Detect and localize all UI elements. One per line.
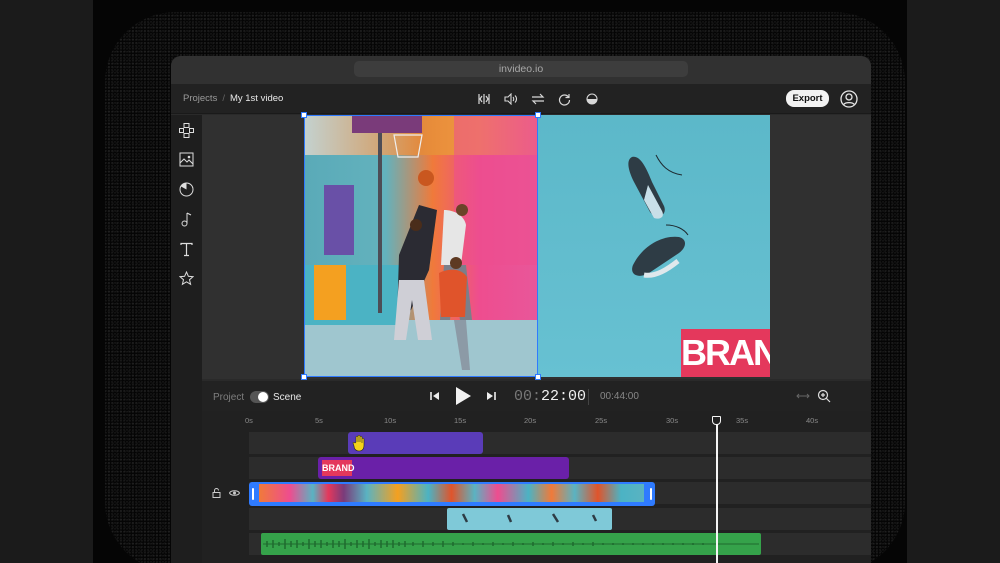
brand-clip[interactable]: BRAND — [318, 457, 569, 479]
total-duration: 00:44:00 — [600, 391, 639, 402]
video-clip[interactable] — [249, 482, 655, 506]
ruler-label: 10s — [384, 416, 397, 425]
sticker-clip[interactable] — [348, 432, 483, 454]
project-scene-toggle[interactable] — [250, 391, 269, 403]
swap-icon[interactable] — [529, 91, 546, 107]
background-panel-right — [907, 0, 1000, 563]
export-button[interactable]: Export — [786, 90, 829, 107]
sneakers-clip-thumbnails — [461, 513, 598, 523]
app-window: invideo.io Projects / My 1st video Export — [171, 56, 871, 563]
play-icon[interactable] — [452, 385, 474, 407]
breadcrumb-projects-link[interactable]: Projects — [183, 93, 217, 104]
project-mode-label: Project — [213, 392, 245, 403]
skip-forward-icon[interactable] — [482, 387, 500, 405]
playback-controls: Project Scene 00:22:00 00:44:00 — [202, 381, 871, 411]
trim-handle-right[interactable] — [650, 488, 652, 500]
breadcrumb-current-project[interactable]: My 1st video — [230, 93, 283, 104]
current-time-value: 22:00 — [541, 388, 587, 405]
music-icon[interactable] — [179, 212, 194, 227]
background-panel-left — [0, 0, 93, 563]
eye-icon[interactable] — [229, 489, 240, 497]
audio-track — [249, 533, 871, 555]
selection-box[interactable] — [301, 112, 541, 380]
ruler-label: 15s — [454, 416, 467, 425]
brand-logo-overlay[interactable]: BRAND — [681, 329, 770, 377]
rotate-icon[interactable] — [556, 91, 573, 107]
edit-tools — [475, 91, 600, 107]
hand-sticker-icon — [352, 434, 365, 452]
account-avatar-icon[interactable] — [840, 90, 858, 108]
preview-canvas: BRAND — [202, 112, 871, 380]
playhead-handle[interactable] — [712, 416, 721, 425]
ruler-label: 20s — [524, 416, 537, 425]
opacity-icon[interactable] — [583, 91, 600, 107]
current-time-prefix: 00: — [514, 388, 542, 405]
star-icon[interactable] — [178, 270, 195, 286]
ruler-label: 30s — [666, 416, 679, 425]
zoom-in-icon[interactable] — [815, 387, 833, 405]
time-divider — [588, 389, 589, 405]
text-icon[interactable] — [179, 242, 194, 257]
screenshot-stage: invideo.io Projects / My 1st video Export — [0, 0, 1000, 563]
left-sidebar — [171, 115, 202, 563]
time-ruler[interactable]: 0s 5s 10s 15s 20s 25s 30s 35s 40s — [202, 416, 871, 430]
image-track — [249, 508, 871, 530]
brand-clip-label: BRAND — [322, 463, 355, 473]
resize-handle-tr[interactable] — [535, 112, 541, 118]
resize-handle-br[interactable] — [535, 374, 541, 380]
browser-titlebar: invideo.io — [171, 56, 871, 84]
skip-back-icon[interactable] — [426, 387, 444, 405]
resize-handle-bl[interactable] — [301, 374, 307, 380]
brand-track: BRAND — [249, 457, 871, 479]
sneakers-sky-image[interactable]: BRAND — [538, 115, 770, 377]
breadcrumb: Projects / My 1st video — [183, 93, 283, 104]
video-thumbnail-strip — [259, 484, 644, 502]
ruler-label: 0s — [245, 416, 253, 425]
audio-clip[interactable] — [261, 533, 761, 555]
sneakers-image-clip[interactable] — [447, 508, 612, 530]
timeline-panel: 0s 5s 10s 15s 20s 25s 30s 35s 40s BRAND — [202, 411, 871, 563]
video-track — [249, 482, 871, 506]
fit-width-icon[interactable] — [794, 387, 812, 405]
trim-handle-left[interactable] — [252, 488, 254, 500]
sticker-track — [249, 432, 871, 454]
editor-toolbar: Projects / My 1st video Export — [171, 84, 871, 114]
current-time: 00:22:00 — [514, 388, 586, 405]
media-icon[interactable] — [179, 152, 194, 167]
ruler-label: 35s — [736, 416, 749, 425]
ruler-label: 40s — [806, 416, 819, 425]
audio-waveform — [263, 539, 759, 549]
url-bar[interactable]: invideo.io — [354, 61, 688, 77]
sticker-icon[interactable] — [179, 182, 194, 197]
ruler-label: 25s — [595, 416, 608, 425]
scene-mode-label: Scene — [273, 392, 302, 403]
unlock-icon[interactable] — [212, 488, 221, 498]
brand-clip-thumbnail: BRAND — [322, 460, 355, 476]
breadcrumb-separator: / — [222, 93, 225, 104]
layout-icon[interactable] — [179, 123, 194, 138]
playhead-line[interactable] — [716, 416, 718, 563]
ruler-label: 5s — [315, 416, 323, 425]
resize-handle-tl[interactable] — [301, 112, 307, 118]
volume-icon[interactable] — [502, 91, 519, 107]
split-icon[interactable] — [475, 91, 492, 107]
